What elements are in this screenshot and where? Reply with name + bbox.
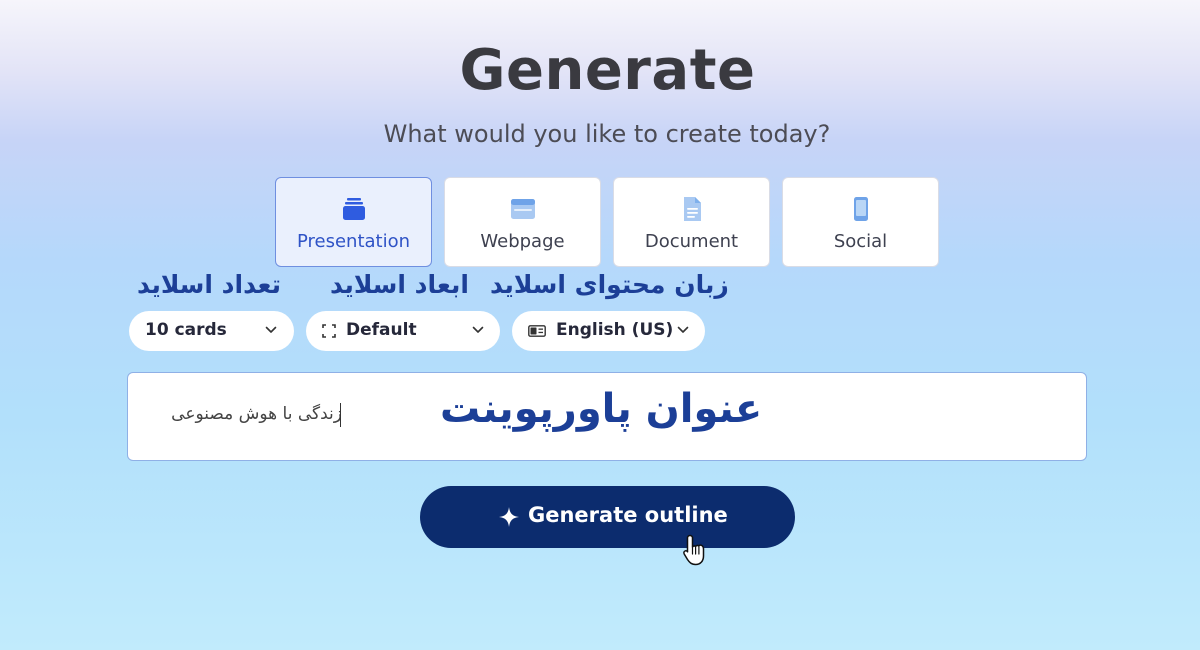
cards-select-value: 10 cards [145,320,227,340]
generate-outline-button[interactable]: Generate outline [420,486,795,548]
type-card-label: Webpage [480,231,565,252]
annotation-topic: عنوان پاورپوینت [440,386,763,432]
generate-outline-label: Generate outline [528,503,728,527]
annotation-language: زبان محتوای اسلاید [490,270,729,299]
type-card-document[interactable]: Document [613,177,770,267]
sparkle-icon [499,507,519,527]
cards-select[interactable]: 10 cards [129,311,294,351]
type-card-label: Social [833,231,888,252]
annotation-dimensions: ابعاد اسلاید [330,270,469,299]
annotation-card-count: تعداد اسلاید [137,270,282,299]
hand-pointer-icon [683,534,705,566]
chevron-down-icon [677,326,689,333]
aspect-ratio-icon [322,324,336,338]
phone-icon [853,197,868,221]
dimensions-select[interactable]: Default [306,311,500,351]
type-card-presentation[interactable]: Presentation [275,177,432,267]
chevron-down-icon [472,326,484,333]
language-select-value: English (US) [556,320,674,340]
type-card-social[interactable]: Social [782,177,939,267]
type-card-label: Presentation [296,231,411,252]
prompt-input-value: زندگی با هوش مصنوعی [171,404,342,424]
type-card-label: Document [644,231,739,252]
document-icon [683,197,701,221]
browser-window-icon [510,199,535,219]
language-select[interactable]: English (US) [512,311,705,351]
type-card-webpage[interactable]: Webpage [444,177,601,267]
language-icon [528,325,546,337]
dimensions-select-value: Default [346,320,417,340]
text-caret [340,403,341,427]
chevron-down-icon [265,326,277,333]
page-subtitle: What would you like to create today? [383,120,831,148]
page-title: Generate [459,38,756,103]
stack-slides-icon [342,198,365,220]
